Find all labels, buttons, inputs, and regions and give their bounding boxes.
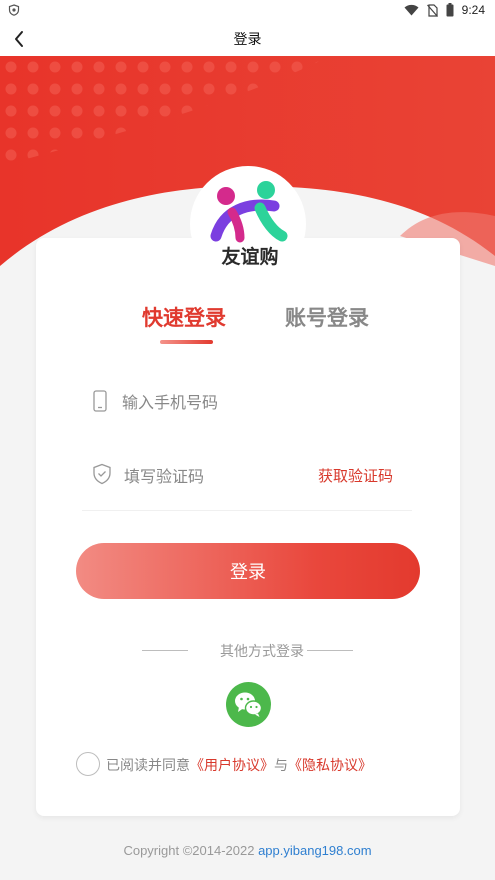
- status-icons: 9:24: [404, 3, 485, 17]
- agreement-checkbox[interactable]: [76, 752, 100, 776]
- divider-left: [142, 650, 188, 651]
- field-divider: [82, 510, 412, 511]
- login-button[interactable]: 登录: [76, 543, 420, 599]
- tab-account-login[interactable]: 账号登录: [285, 302, 369, 332]
- copyright-footer: Copyright ©2014-2022 app.yibang198.com: [0, 843, 495, 858]
- status-bar: 9:24: [0, 0, 495, 22]
- battery-icon: [446, 3, 454, 17]
- wechat-login-button[interactable]: [226, 682, 271, 727]
- agreement-joiner: 与: [274, 758, 288, 774]
- user-agreement-link[interactable]: 《用户协议》: [190, 758, 274, 774]
- phone-icon: [93, 390, 107, 412]
- active-tab-indicator: [160, 340, 213, 344]
- domain-link[interactable]: app.yibang198.com: [258, 843, 371, 858]
- shield-check-icon: [93, 463, 111, 485]
- divider-right: [307, 650, 353, 651]
- agreement-text: 已阅读并同意《用户协议》与《隐私协议》: [106, 755, 372, 775]
- wifi-icon: [404, 4, 419, 16]
- other-login-label: 其他方式登录: [220, 644, 304, 660]
- get-code-button[interactable]: 获取验证码: [318, 465, 393, 486]
- logo-text: 友谊购: [221, 246, 279, 268]
- privacy-agreement-link[interactable]: 《隐私协议》: [288, 758, 372, 774]
- wechat-icon: [235, 692, 263, 717]
- status-time: 9:24: [461, 3, 485, 17]
- shield-icon: [8, 4, 20, 16]
- code-input[interactable]: [124, 464, 304, 488]
- agreement-prefix: 已阅读并同意: [106, 758, 190, 774]
- copyright-text: Copyright ©2014-2022: [123, 843, 259, 858]
- login-card: [36, 238, 460, 816]
- no-sim-icon: [426, 3, 438, 17]
- tab-quick-login[interactable]: 快速登录: [142, 302, 226, 332]
- phone-input[interactable]: [122, 390, 382, 414]
- nav-bar: 登录: [0, 22, 495, 56]
- page-title: 登录: [233, 32, 262, 48]
